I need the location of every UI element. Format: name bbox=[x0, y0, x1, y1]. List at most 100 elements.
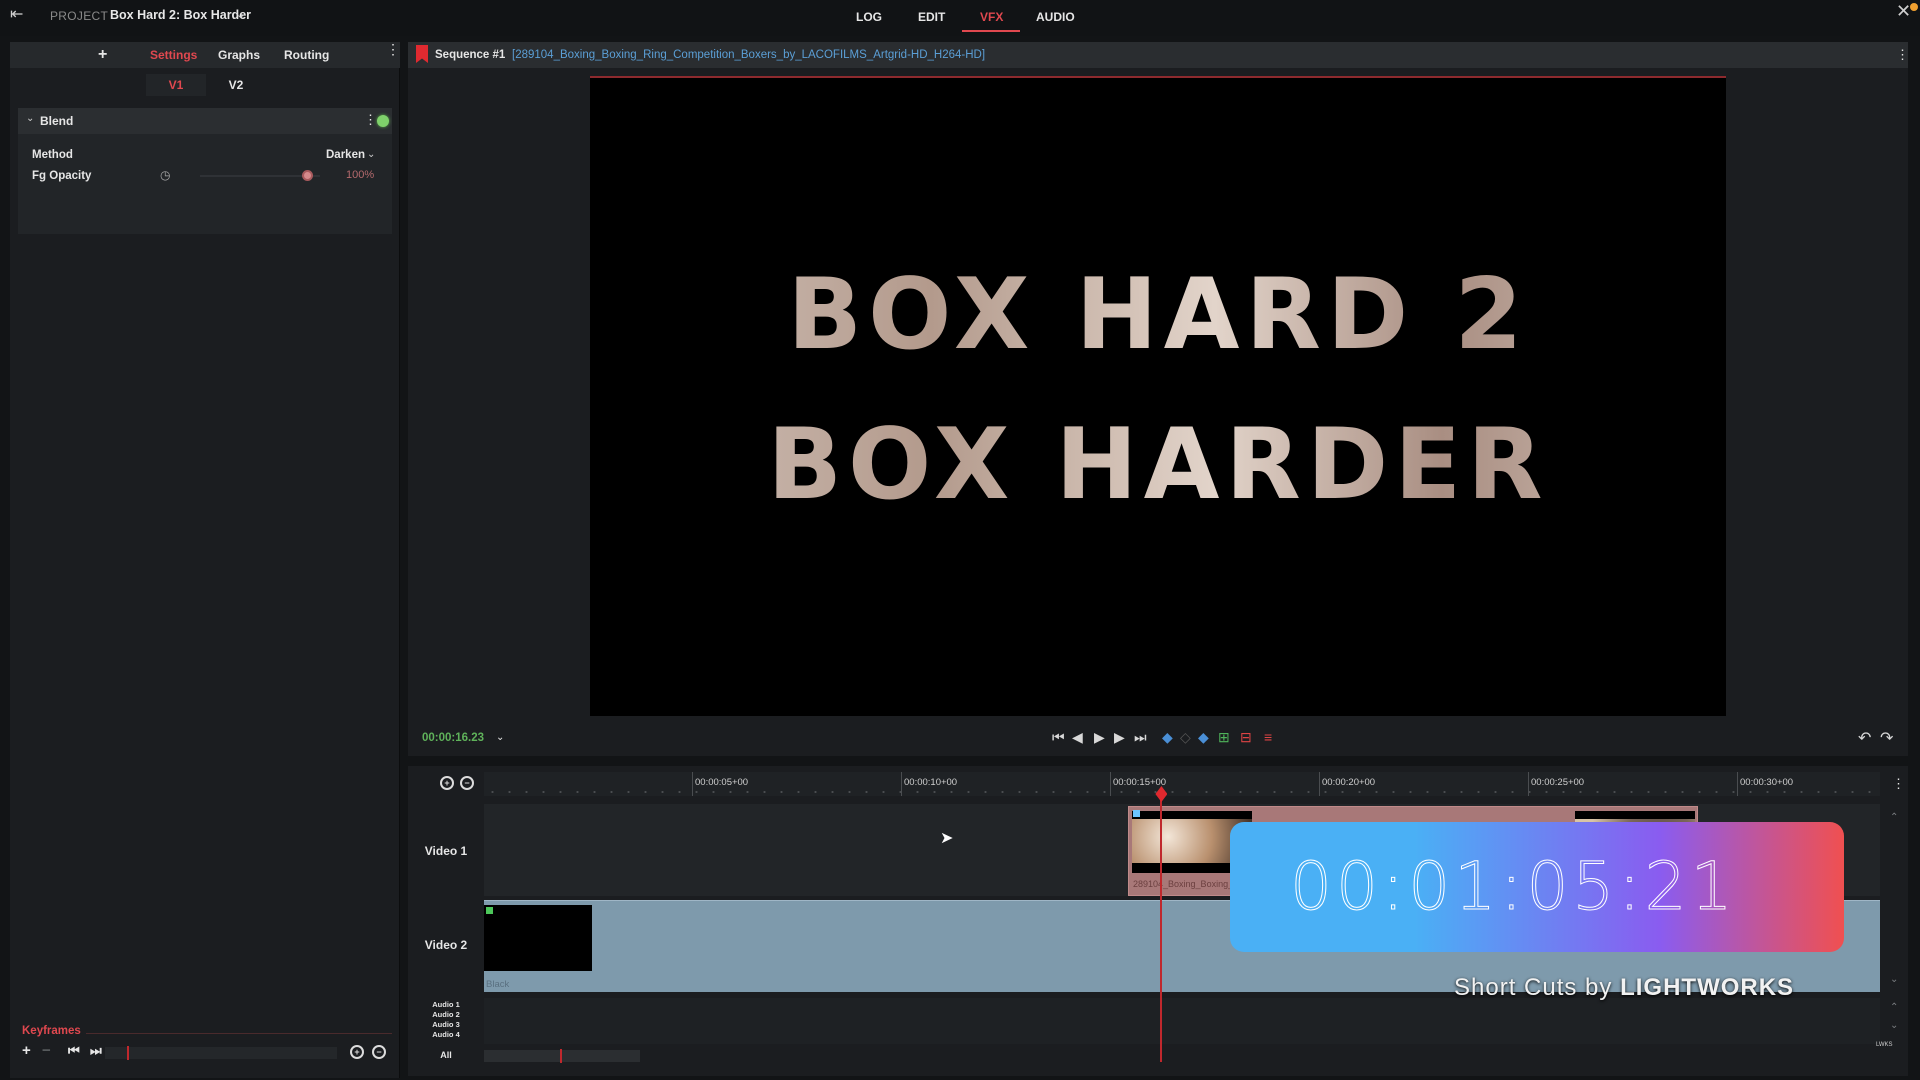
chevron-down-icon[interactable]: ⌄ bbox=[496, 732, 504, 743]
sequence-name: Sequence #1 bbox=[435, 49, 506, 61]
ruler-ticks bbox=[484, 790, 1880, 794]
track-label-video2[interactable]: Video 2 bbox=[416, 938, 476, 952]
zoom-in-icon[interactable]: + bbox=[350, 1045, 364, 1059]
scroll-down-icon[interactable]: ⌄ bbox=[1890, 1020, 1898, 1031]
extract-icon[interactable]: ≡ bbox=[1264, 728, 1272, 746]
tab-log[interactable]: LOG bbox=[856, 10, 882, 24]
tab-routing[interactable]: Routing bbox=[284, 48, 329, 62]
track-tab-v2[interactable]: V2 bbox=[206, 74, 266, 96]
scroll-up-icon[interactable]: ⌃ bbox=[1890, 812, 1898, 823]
playhead-line[interactable] bbox=[1160, 794, 1163, 1062]
clip-thumbnail bbox=[484, 905, 592, 971]
source-file-name: [289104_Boxing_Boxing_Ring_Competition_B… bbox=[512, 49, 986, 61]
effect-enabled-toggle[interactable] bbox=[377, 115, 389, 127]
ruler-major-tick bbox=[1737, 772, 1738, 796]
mark-in-icon[interactable]: ◆ bbox=[1162, 728, 1173, 746]
reset-stopwatch-icon[interactable]: ◷ bbox=[160, 168, 174, 182]
clip-name: Black bbox=[486, 979, 510, 990]
title-text-line-2: BOX HARDER bbox=[590, 408, 1726, 522]
more-options-icon[interactable]: ⋮ bbox=[1896, 47, 1909, 63]
notification-dot bbox=[1910, 3, 1918, 11]
tab-edit[interactable]: EDIT bbox=[918, 10, 945, 24]
scroll-up-icon[interactable]: ⌃ bbox=[1890, 1002, 1898, 1013]
more-options-icon[interactable]: ⋮ bbox=[386, 42, 400, 56]
keyframe-playhead bbox=[127, 1046, 129, 1060]
method-dropdown[interactable]: Darken bbox=[326, 149, 365, 161]
panel-tab-bar: + Settings Graphs Routing ⋮ bbox=[10, 42, 400, 68]
tab-graphs[interactable]: Graphs bbox=[218, 48, 260, 62]
ruler-tick-label: 00:00:05+00 bbox=[695, 777, 749, 788]
effects-panel: + Settings Graphs Routing ⋮ V1 V2 ⌄ Blen… bbox=[10, 42, 400, 1078]
prev-keyframe-icon[interactable]: ⏮ bbox=[68, 1043, 80, 1059]
track-tab-v1[interactable]: V1 bbox=[146, 74, 206, 96]
tab-audio[interactable]: AUDIO bbox=[1036, 10, 1075, 24]
overlay-timecode: 00:01:05:21 bbox=[1290, 848, 1737, 926]
divider bbox=[86, 1033, 392, 1034]
tab-settings[interactable]: Settings bbox=[150, 48, 197, 62]
chevron-down-icon[interactable]: ⌄ bbox=[26, 113, 34, 124]
effect-header-blend[interactable]: ⌄ Blend ⋮ bbox=[18, 108, 392, 134]
track-label-all[interactable]: All bbox=[416, 1050, 476, 1060]
more-options-icon[interactable]: ⋮ bbox=[364, 112, 377, 128]
effect-title: Blend bbox=[40, 114, 74, 128]
video-preview[interactable]: BOX HARD 2 BOX HARDER bbox=[590, 76, 1726, 716]
track-label-video1[interactable]: Video 1 bbox=[416, 844, 476, 858]
go-to-end-icon[interactable]: ⏭ bbox=[1134, 728, 1147, 746]
clip-marker bbox=[1133, 810, 1140, 817]
scroll-down-icon[interactable]: ⌄ bbox=[1890, 974, 1898, 985]
track-label-audio3[interactable]: Audio 3 bbox=[416, 1020, 476, 1029]
overview-playhead bbox=[560, 1049, 562, 1063]
zoom-in-icon[interactable]: + bbox=[440, 776, 454, 790]
tab-vfx[interactable]: VFX bbox=[980, 10, 1003, 24]
keyframe-track[interactable] bbox=[105, 1047, 337, 1059]
active-tab-indicator bbox=[962, 30, 1020, 32]
go-to-start-icon[interactable]: ⏮ bbox=[1052, 728, 1065, 746]
ruler-major-tick bbox=[1110, 772, 1111, 796]
timeline-ruler[interactable]: 00:00:05+00 00:00:10+00 00:00:15+00 00:00:2… bbox=[484, 772, 1880, 796]
slider-thumb[interactable] bbox=[302, 170, 313, 181]
ruler-major-tick bbox=[1528, 772, 1529, 796]
ruler-tick-label: 00:00:20+00 bbox=[1322, 777, 1376, 788]
track-label-audio2[interactable]: Audio 2 bbox=[416, 1010, 476, 1019]
watermark: LWKS bbox=[1876, 1042, 1893, 1048]
chevron-down-icon[interactable]: ⌄ bbox=[367, 149, 375, 160]
top-bar: ⇤ PROJECT Box Hard 2: Box Harder ⌄ LOG E… bbox=[0, 0, 1920, 36]
ruler-major-tick bbox=[901, 772, 902, 796]
undo-icon[interactable]: ↶ bbox=[1858, 728, 1871, 748]
ruler-tick-label: 00:00:10+00 bbox=[904, 777, 958, 788]
branding-prefix: Short Cuts by bbox=[1454, 974, 1613, 1001]
more-options-icon[interactable]: ⋮ bbox=[1892, 776, 1905, 792]
ruler-tick-label: 00:00:25+00 bbox=[1531, 777, 1585, 788]
ruler-tick-label: 00:00:30+00 bbox=[1740, 777, 1794, 788]
chevron-down-icon[interactable]: ⌄ bbox=[236, 8, 245, 21]
add-cue-icon[interactable]: ⊞ bbox=[1218, 728, 1230, 746]
step-forward-icon[interactable]: ▶︎ bbox=[1114, 728, 1125, 746]
add-effect-icon[interactable]: + bbox=[98, 46, 107, 64]
fg-opacity-value[interactable]: 100% bbox=[346, 169, 374, 181]
zoom-out-icon[interactable]: − bbox=[460, 776, 474, 790]
mouse-cursor-icon: ➤ bbox=[940, 830, 954, 847]
exit-project-icon[interactable]: ⇤ bbox=[10, 7, 32, 23]
clip-marker bbox=[486, 907, 493, 914]
track-label-audio1[interactable]: Audio 1 bbox=[416, 1000, 476, 1009]
branding-caption: Short Cuts by LIGHTWORKS bbox=[1454, 974, 1794, 1002]
next-keyframe-icon[interactable]: ⏭ bbox=[90, 1043, 102, 1059]
mark-out-icon[interactable]: ◆ bbox=[1198, 728, 1209, 746]
track-label-audio4[interactable]: Audio 4 bbox=[416, 1030, 476, 1039]
remove-keyframe-icon[interactable]: − bbox=[42, 1042, 51, 1059]
add-keyframe-icon[interactable]: + bbox=[22, 1042, 31, 1059]
zoom-out-icon[interactable]: − bbox=[372, 1045, 386, 1059]
sequence-bar: Sequence #1 [289104_Boxing_Boxing_Ring_C… bbox=[408, 42, 1909, 68]
current-timecode[interactable]: 00:00:16.23 bbox=[422, 732, 484, 744]
redo-icon[interactable]: ↷ bbox=[1880, 728, 1893, 748]
play-icon[interactable]: ▶ bbox=[1094, 728, 1105, 746]
project-label: PROJECT bbox=[50, 9, 109, 23]
method-label: Method bbox=[32, 149, 73, 161]
bookmark-icon bbox=[416, 45, 428, 63]
audio-lanes[interactable] bbox=[484, 998, 1880, 1044]
lift-icon[interactable]: ⊟ bbox=[1240, 728, 1252, 746]
mark-clip-icon[interactable]: ◇ bbox=[1180, 728, 1191, 746]
project-name[interactable]: Box Hard 2: Box Harder bbox=[110, 8, 251, 22]
step-back-icon[interactable]: ◀ bbox=[1072, 728, 1083, 746]
timeline-scrollbar[interactable] bbox=[484, 1050, 640, 1062]
